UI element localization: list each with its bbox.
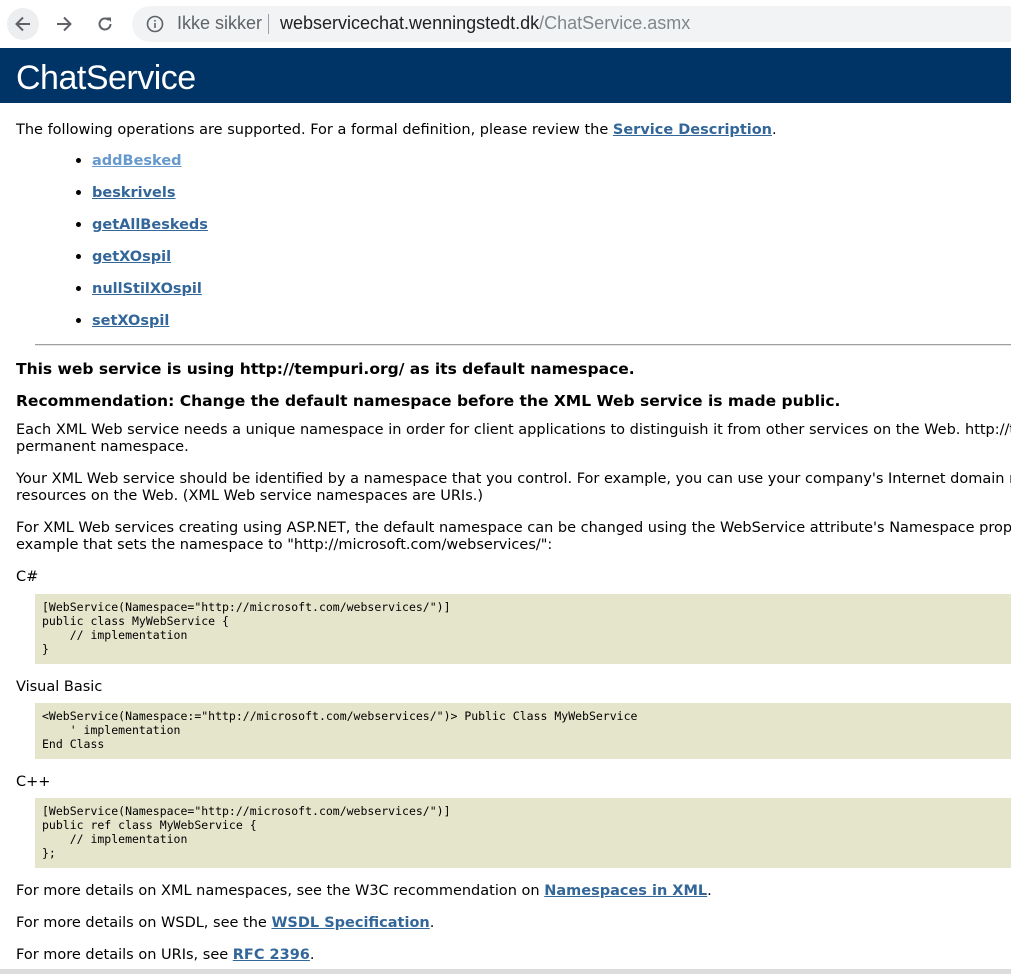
recommendation-heading: Recommendation: Change the default names… <box>16 392 841 410</box>
operation-link-addbesked[interactable]: addBesked <box>92 153 182 169</box>
url-host: webservicechat.wenningstedt.dk <box>280 13 540 33</box>
list-item: nullStilXOspil <box>76 280 208 312</box>
service-description-link[interactable]: Service Description <box>613 122 772 138</box>
page-banner: ChatService <box>0 48 1011 103</box>
reload-icon <box>98 17 112 31</box>
list-item: setXOspil <box>76 312 208 344</box>
info-icon[interactable] <box>146 15 164 33</box>
horizontal-scrollbar[interactable] <box>0 969 1011 974</box>
operations-list: addBesked beskrivels getAllBeskeds getXO… <box>76 152 208 344</box>
list-item: addBesked <box>76 152 208 184</box>
list-item: getXOspil <box>76 248 208 280</box>
period: . <box>309 947 315 963</box>
period: . <box>707 883 712 899</box>
csharp-label: C# <box>16 569 39 585</box>
cpp-code-block: [WebService(Namespace="http://microsoft.… <box>35 798 1011 868</box>
operation-link-getallbeskeds[interactable]: getAllBeskeds <box>92 217 208 233</box>
operation-link-nullstilxospil[interactable]: nullStilXOspil <box>92 281 202 297</box>
paragraph-line: For XML Web services creating using ASP.… <box>16 520 1011 536</box>
page-title: ChatService <box>16 59 196 97</box>
period: . <box>429 915 435 931</box>
namespaces-paragraph: For more details on XML namespaces, see … <box>16 882 712 900</box>
url-path: /ChatService.asmx <box>539 13 691 33</box>
cpp-label: C++ <box>16 774 51 790</box>
intro-paragraph: The following operations are supported. … <box>16 121 777 139</box>
paragraph-line: Each XML Web service needs a unique name… <box>16 422 1011 438</box>
paragraph-line: Your XML Web service should be identifie… <box>16 471 1011 487</box>
wsdl-paragraph: For more details on WSDL, see the WSDL S… <box>16 914 434 932</box>
uri-text: For more details on URIs, see <box>16 947 233 963</box>
not-secure-label[interactable]: Ikke sikker <box>177 13 262 34</box>
operation-link-beskrivels[interactable]: beskrivels <box>92 185 176 201</box>
arrow-left-icon <box>15 16 30 32</box>
namespace-heading: This web service is using http://tempuri… <box>16 360 635 378</box>
paragraph-line: permanent namespace. <box>16 439 189 455</box>
vb-label: Visual Basic <box>16 679 103 695</box>
csharp-code-block: [WebService(Namespace="http://microsoft.… <box>35 594 1011 664</box>
forward-button[interactable] <box>48 8 80 40</box>
uri-paragraph: For more details on URIs, see RFC 2396. <box>16 946 315 964</box>
list-item: getAllBeskeds <box>76 216 208 248</box>
list-item: beskrivels <box>76 184 208 216</box>
intro-end: . <box>772 122 777 138</box>
url-text[interactable]: webservicechat.wenningstedt.dk/ChatServi… <box>280 13 690 34</box>
vb-code-block: <WebService(Namespace:="http://microsoft… <box>35 703 1011 759</box>
paragraph-line: resources on the Web. (XML Web service n… <box>16 488 484 504</box>
namespaces-in-xml-link[interactable]: Namespaces in XML <box>544 883 707 899</box>
operation-link-setxospil[interactable]: setXOspil <box>92 313 169 329</box>
browser-toolbar: Ikke sikker webservicechat.wenningstedt.… <box>0 0 1011 48</box>
reload-button[interactable] <box>89 8 121 40</box>
paragraph-line: example that sets the namespace to "http… <box>16 537 553 553</box>
rfc-2396-link[interactable]: RFC 2396 <box>233 947 310 963</box>
namespaces-text: For more details on XML namespaces, see … <box>16 883 545 899</box>
wsdl-specification-link[interactable]: WSDL Specification <box>271 915 429 931</box>
address-bar[interactable]: Ikke sikker webservicechat.wenningstedt.… <box>132 6 1011 42</box>
wsdl-text: For more details on WSDL, see the <box>16 915 272 931</box>
arrow-right-icon <box>57 16 72 32</box>
back-button[interactable] <box>7 8 39 40</box>
intro-text: The following operations are supported. … <box>16 122 613 138</box>
address-separator <box>268 14 269 34</box>
operation-link-getxospil[interactable]: getXOspil <box>92 249 171 265</box>
divider <box>35 344 1011 346</box>
